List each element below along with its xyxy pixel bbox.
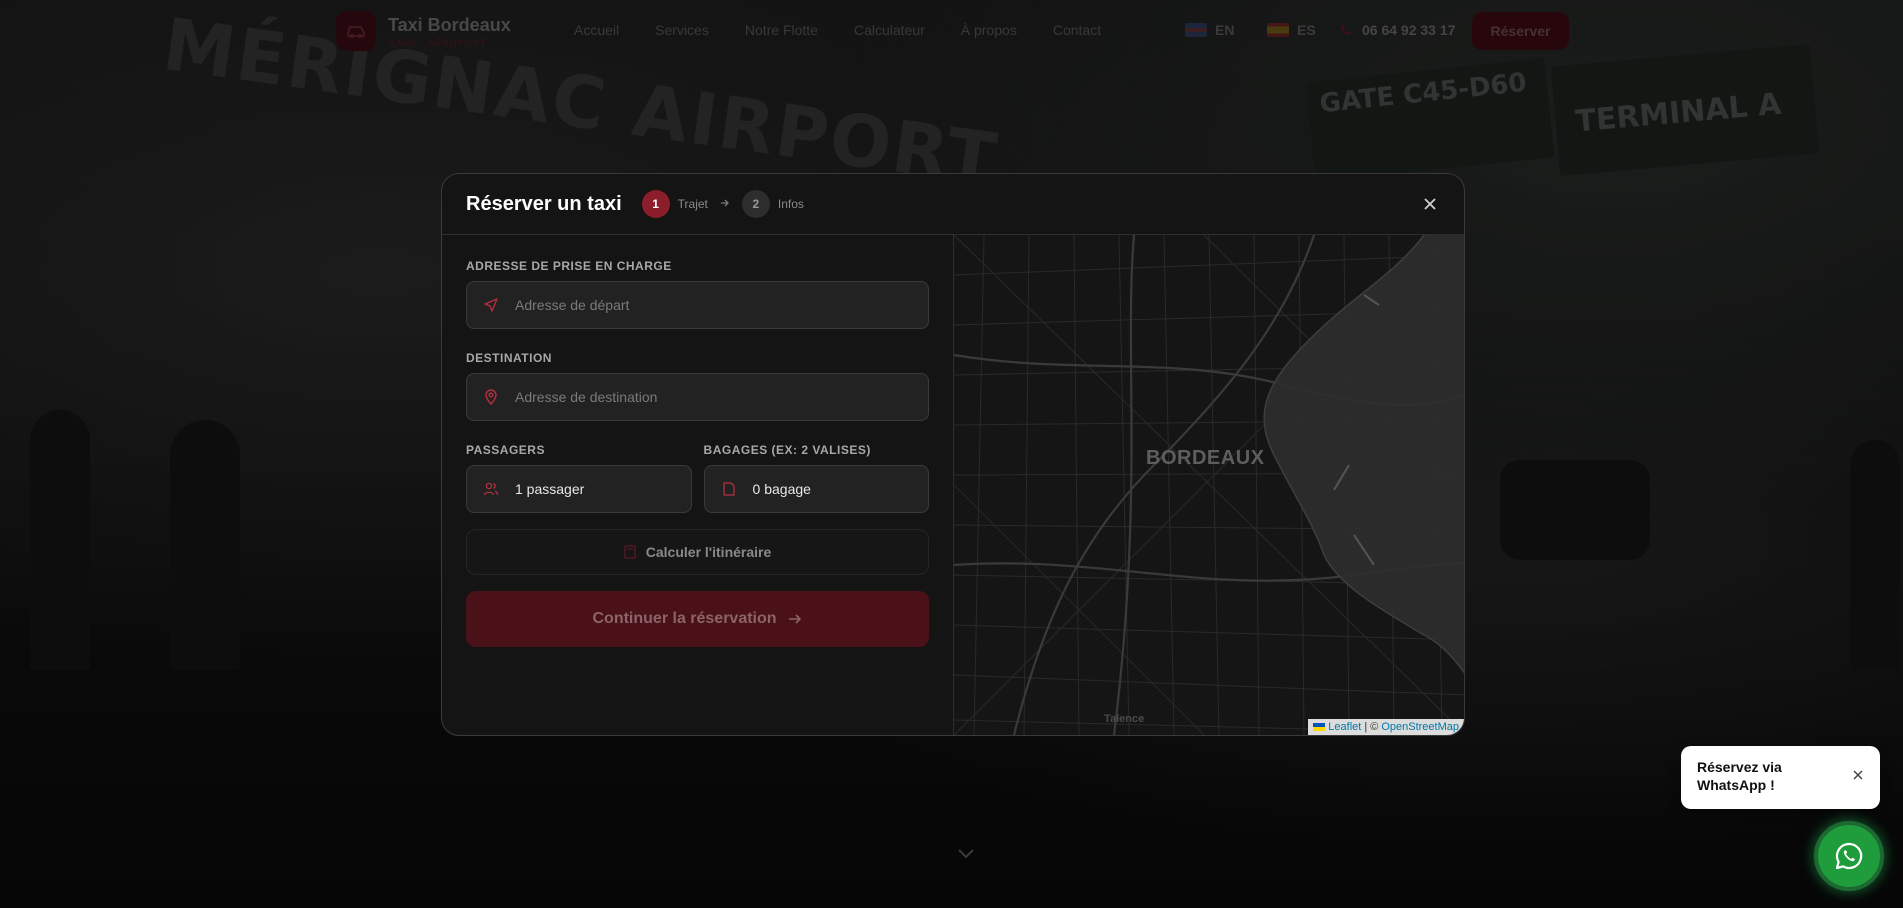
osm-link[interactable]: OpenStreetMap [1381,721,1459,733]
modal-header: Réserver un taxi 1 Trajet 2 Infos [442,174,1464,235]
booking-modal: Réserver un taxi 1 Trajet 2 Infos Adress… [441,173,1465,736]
luggage-value: 0 bagage [752,481,811,497]
route-map[interactable]: BORDEAUX Talence Leaflet | © OpenStreetM… [953,235,1464,735]
close-icon [1424,198,1436,210]
luggage-icon [722,482,735,496]
whatsapp-toast-text: Réservez via WhatsApp ! [1697,759,1782,793]
continue-booking-label: Continuer la réservation [592,610,777,627]
calculate-route-label: Calculer l'itinéraire [645,544,772,560]
step-1-number: 1 [641,190,670,218]
ukraine-flag-icon [1313,723,1326,731]
whatsapp-icon [1835,842,1863,870]
users-icon [483,482,499,496]
step-1-label: Trajet [677,197,708,211]
leaflet-link[interactable]: Leaflet [1328,721,1361,733]
stepper: 1 Trajet 2 Infos [641,190,804,218]
map-attribution: Leaflet | © OpenStreetMap [1308,719,1464,735]
whatsapp-button[interactable] [1814,821,1884,891]
step-2-label: Infos [777,197,804,211]
calculate-route-button[interactable]: Calculer l'itinéraire [466,529,930,575]
destination-placeholder: Adresse de destination [515,389,658,405]
close-modal-button[interactable] [1420,194,1440,214]
calculator-icon [624,545,636,559]
arrow-right-icon [788,614,801,624]
scroll-down-chevron-icon[interactable] [958,846,974,864]
destination-label: Destination [466,351,552,365]
map-pin-icon [485,389,497,405]
luggage-label: Bagages (ex: 2 valises) [703,443,871,457]
whatsapp-toast-close-button[interactable] [1852,768,1864,780]
map-area-label: Talence [1104,713,1145,725]
close-icon [1853,770,1863,780]
continue-booking-button[interactable]: Continuer la réservation [466,591,930,647]
map-city-label: BORDEAUX [1146,447,1265,469]
passengers-select[interactable]: 1 passager [466,465,692,513]
step-2-number: 2 [741,190,770,218]
whatsapp-toast: Réservez via WhatsApp ! [1681,746,1880,809]
attribution-separator: | © [1364,721,1379,733]
booking-form: Adresse de prise en charge Adresse de dé… [442,235,953,735]
pickup-placeholder: Adresse de départ [515,297,630,313]
map-tiles [954,235,1464,735]
pickup-input[interactable]: Adresse de départ [466,281,930,329]
passengers-label: Passagers [466,443,545,457]
arrow-right-icon [720,197,730,211]
destination-input[interactable]: Adresse de destination [466,373,930,421]
modal-title: Réserver un taxi [466,192,622,215]
passengers-value: 1 passager [515,481,585,497]
luggage-select[interactable]: 0 bagage [703,465,930,513]
pickup-label: Adresse de prise en charge [466,259,672,273]
navigation-icon [484,298,498,312]
